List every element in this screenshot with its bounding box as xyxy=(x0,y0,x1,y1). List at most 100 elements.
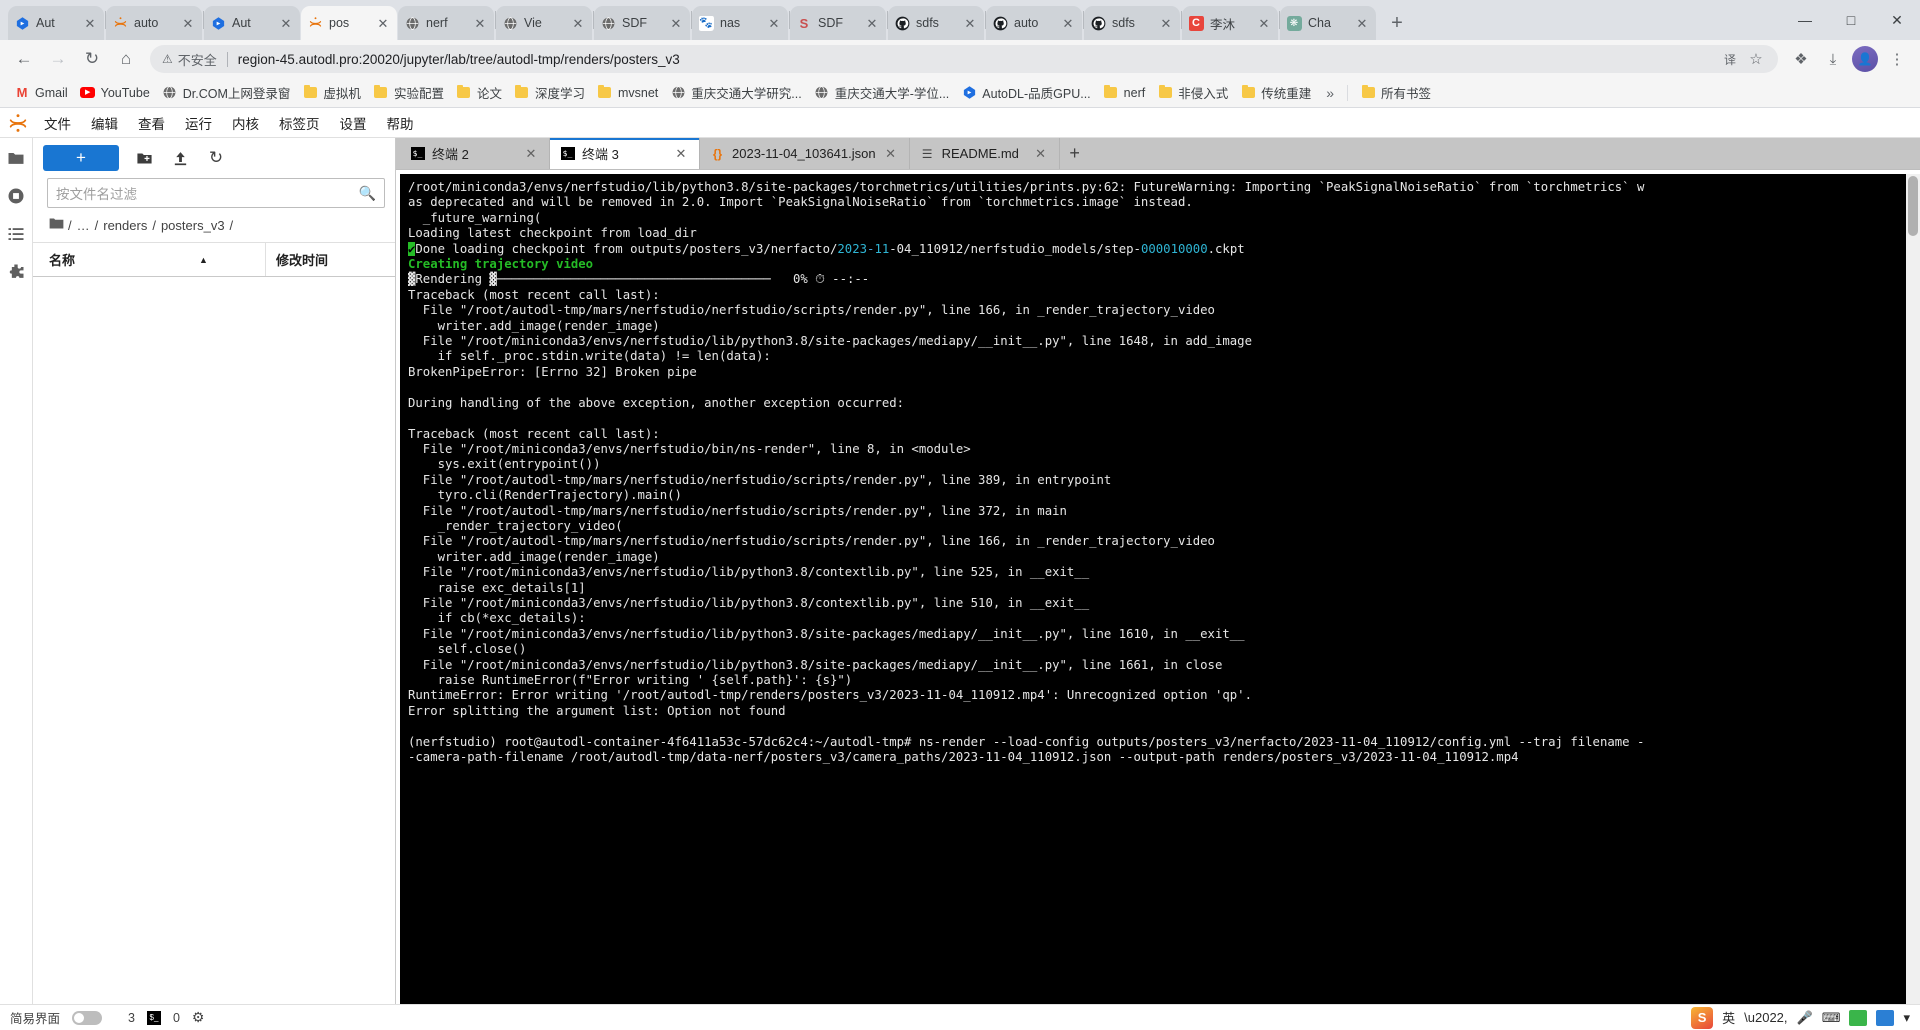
new-folder-icon[interactable] xyxy=(133,147,155,169)
forward-button[interactable]: → xyxy=(42,43,74,75)
browser-tab[interactable]: Aut ✕ xyxy=(204,6,300,40)
keyboard-icon[interactable]: ⌨ xyxy=(1822,1010,1841,1026)
add-tab-button[interactable]: + xyxy=(1060,138,1090,169)
terminal-scrollbar[interactable] xyxy=(1906,174,1920,1004)
breadcrumb-segment[interactable]: / xyxy=(152,218,156,233)
bookmark-item[interactable]: 传统重建 xyxy=(1234,80,1317,105)
bookmark-item[interactable]: ▶ YouTube xyxy=(74,82,156,104)
translate-icon[interactable]: 译 xyxy=(1720,44,1740,74)
browser-tab[interactable]: C 李沐 ✕ xyxy=(1182,6,1278,40)
file-list[interactable] xyxy=(33,277,395,1004)
chrome-menu-button[interactable]: ⋮ xyxy=(1882,44,1912,74)
profile-avatar[interactable]: 👤 xyxy=(1850,44,1880,74)
tab-close-button[interactable]: ✕ xyxy=(1354,15,1370,31)
tab-close-button[interactable]: ✕ xyxy=(278,15,294,31)
browser-tab[interactable]: S SDF ✕ xyxy=(790,6,886,40)
bookmark-item[interactable]: 论文 xyxy=(450,80,508,105)
terminal-output[interactable]: /root/miniconda3/envs/nerfstudio/lib/pyt… xyxy=(400,174,1906,1004)
breadcrumb-segment[interactable]: posters_v3 xyxy=(161,218,225,233)
bookmark-item[interactable]: AutoDL-品质GPU... xyxy=(955,80,1096,105)
browser-tab[interactable]: nerf ✕ xyxy=(398,6,494,40)
sidebar-item-extension-manager[interactable] xyxy=(4,260,28,284)
downloads-icon[interactable]: ⤓ xyxy=(1818,44,1848,74)
menu-item[interactable]: 文件 xyxy=(34,109,81,137)
tab-close-button[interactable]: ✕ xyxy=(668,15,684,31)
bookmark-item[interactable]: Dr.COM上网登录窗 xyxy=(156,80,297,105)
menu-item[interactable]: 设置 xyxy=(330,109,377,137)
dock-tab[interactable]: $_ 终端 2 ✕ xyxy=(400,138,550,169)
tab-close-button[interactable]: ✕ xyxy=(82,15,98,31)
bookmark-item[interactable]: M Gmail xyxy=(8,82,74,104)
menu-item[interactable]: 编辑 xyxy=(81,109,128,137)
bookmark-item[interactable]: mvsnet xyxy=(591,82,664,104)
breadcrumb-segment[interactable]: / xyxy=(68,218,72,233)
sogou-icon[interactable]: S xyxy=(1691,1006,1714,1029)
menu-item[interactable]: 运行 xyxy=(175,109,222,137)
tab-close-button[interactable]: ✕ xyxy=(1158,15,1174,31)
bookmark-item[interactable]: 实验配置 xyxy=(367,80,450,105)
gear-icon[interactable]: ⚙ xyxy=(192,1009,205,1026)
dock-tab[interactable]: {} 2023-11-04_103641.json ✕ xyxy=(700,138,910,169)
browser-tab[interactable]: pos ✕ xyxy=(301,6,397,40)
tray-blue-icon[interactable] xyxy=(1876,1009,1895,1026)
tray-green-icon[interactable] xyxy=(1849,1009,1868,1026)
bookmark-item[interactable]: 深度学习 xyxy=(508,80,591,105)
sidebar-item-running-terminals[interactable] xyxy=(4,184,28,208)
ime-language-icon[interactable]: 英 xyxy=(1722,1008,1735,1027)
bookmark-star-icon[interactable]: ☆ xyxy=(1746,44,1766,74)
dock-tab[interactable]: ☰ README.md ✕ xyxy=(909,138,1060,169)
menu-item[interactable]: 帮助 xyxy=(377,109,424,137)
menu-item[interactable]: 标签页 xyxy=(269,109,330,137)
tab-close-button[interactable]: ✕ xyxy=(570,15,586,31)
simple-interface-toggle[interactable] xyxy=(72,1010,103,1025)
sidebar-item-file-browser[interactable] xyxy=(4,146,28,170)
menu-item[interactable]: 内核 xyxy=(222,109,269,137)
scrollbar-thumb[interactable] xyxy=(1908,176,1918,236)
tab-close-button[interactable]: ✕ xyxy=(766,15,782,31)
sidebar-item-table-of-contents[interactable] xyxy=(4,222,28,246)
address-bar[interactable]: ⚠ 不安全 region-45.autodl.pro:20020/jupyter… xyxy=(150,45,1778,73)
back-button[interactable]: ← xyxy=(8,43,40,75)
bookmark-item[interactable]: 非侵入式 xyxy=(1151,80,1234,105)
breadcrumb-segment[interactable]: … xyxy=(77,218,90,233)
reload-button[interactable]: ↻ xyxy=(76,43,108,75)
tab-close-button[interactable]: ✕ xyxy=(864,15,880,31)
bookmark-item[interactable]: 重庆交通大学-学位... xyxy=(808,80,956,105)
security-warning[interactable]: ⚠ 不安全 xyxy=(162,50,217,69)
browser-tab[interactable]: 🐾 nas ✕ xyxy=(692,6,788,40)
bookmark-item[interactable]: 重庆交通大学研究... xyxy=(664,80,807,105)
browser-tab[interactable]: SDF ✕ xyxy=(594,6,690,40)
dock-tab-close-button[interactable]: ✕ xyxy=(673,146,689,162)
column-header-name[interactable]: 名称 ▲ xyxy=(33,243,265,276)
bookmarks-overflow-button[interactable]: » xyxy=(1319,82,1341,104)
close-window-button[interactable]: ✕ xyxy=(1874,3,1920,37)
breadcrumb-segment[interactable]: renders xyxy=(103,218,147,233)
dock-tab-close-button[interactable]: ✕ xyxy=(523,146,539,162)
browser-tab[interactable]: Aut ✕ xyxy=(8,6,104,40)
tab-close-button[interactable]: ✕ xyxy=(375,15,391,31)
bookmark-item[interactable]: 虚拟机 xyxy=(296,80,367,105)
tray-menu-icon[interactable]: ▾ xyxy=(1903,1010,1910,1026)
home-button[interactable]: ⌂ xyxy=(110,43,142,75)
browser-tab[interactable]: ❋ Cha ✕ xyxy=(1280,6,1376,40)
file-filter-input[interactable]: 按文件名过滤 🔍 xyxy=(47,178,385,208)
tab-close-button[interactable]: ✕ xyxy=(472,15,488,31)
menu-item[interactable]: 查看 xyxy=(128,109,175,137)
all-bookmarks-button[interactable]: 所有书签 xyxy=(1354,80,1437,105)
terminal-icon[interactable]: $_ xyxy=(146,1010,161,1025)
refresh-icon[interactable]: ↻ xyxy=(205,147,227,169)
browser-tab[interactable]: Vie ✕ xyxy=(496,6,592,40)
breadcrumb-segment[interactable]: / xyxy=(95,218,99,233)
ime-punctuation-icon[interactable]: \u2022, xyxy=(1744,1010,1787,1025)
maximize-button[interactable]: □ xyxy=(1828,3,1874,37)
microphone-icon[interactable]: 🎤 xyxy=(1797,1010,1813,1026)
breadcrumb-home-icon[interactable] xyxy=(49,217,64,233)
dock-tab[interactable]: $_ 终端 3 ✕ xyxy=(550,138,700,169)
extensions-icon[interactable]: ❖ xyxy=(1786,44,1816,74)
tab-close-button[interactable]: ✕ xyxy=(962,15,978,31)
new-tab-button[interactable]: + xyxy=(1383,9,1411,37)
column-header-modified[interactable]: 修改时间 xyxy=(265,243,395,276)
browser-tab[interactable]: auto ✕ xyxy=(986,6,1082,40)
upload-icon[interactable] xyxy=(169,147,191,169)
tab-close-button[interactable]: ✕ xyxy=(1256,15,1272,31)
